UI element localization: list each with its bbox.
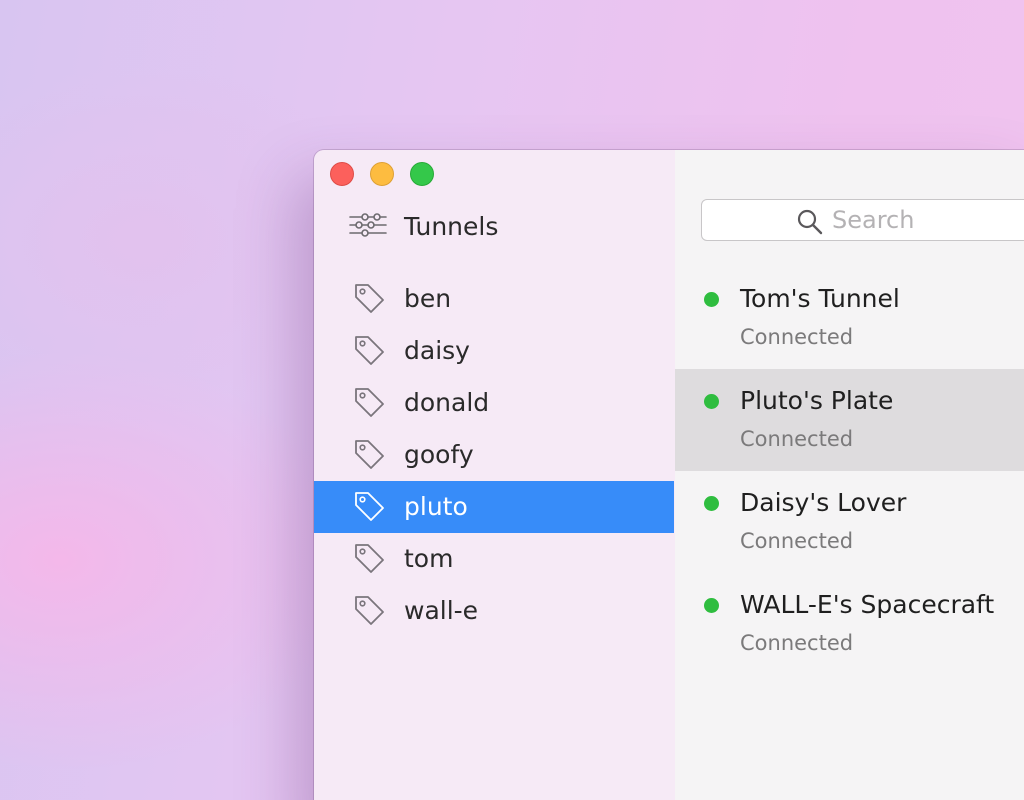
sidebar-item-ben[interactable]: ben: [314, 273, 674, 325]
sidebar-item-wall-e[interactable]: wall-e: [314, 585, 674, 637]
sidebar-item-label: pluto: [404, 492, 468, 521]
sidebar-item-label: tom: [404, 544, 454, 573]
sidebar: Tunnels ben daisy donald goofy pluto tom…: [314, 150, 676, 800]
status-dot-icon: [704, 292, 719, 307]
sidebar-header-tunnels[interactable]: Tunnels: [314, 206, 675, 246]
sidebar-item-label: donald: [404, 388, 490, 417]
minimize-window-button[interactable]: [370, 162, 394, 186]
tunnel-row[interactable]: Pluto's Plate Connected: [675, 369, 1024, 471]
search-input[interactable]: [832, 204, 1024, 236]
close-window-button[interactable]: [330, 162, 354, 186]
app-window: Tunnels ben daisy donald goofy pluto tom…: [314, 150, 1024, 800]
tag-list: ben daisy donald goofy pluto tom wall-e: [314, 273, 675, 637]
tunnel-status: Connected: [740, 325, 854, 349]
sidebar-item-label: wall-e: [404, 596, 479, 625]
tunnel-status: Connected: [740, 631, 854, 655]
sidebar-item-pluto[interactable]: pluto: [314, 481, 674, 533]
sidebar-header-label: Tunnels: [404, 212, 499, 241]
sidebar-item-goofy[interactable]: goofy: [314, 429, 674, 481]
tag-icon: [355, 492, 384, 521]
tunnel-list-pane: Tom's Tunnel Connected Pluto's Plate Con…: [675, 150, 1024, 800]
tunnel-row[interactable]: WALL-E's Spacecraft Connected: [675, 573, 1024, 675]
tag-icon: [355, 336, 384, 365]
status-dot-icon: [704, 598, 719, 613]
tag-icon: [355, 388, 384, 417]
search-box[interactable]: [701, 199, 1024, 241]
tunnel-name: WALL-E's Spacecraft: [740, 590, 995, 619]
tunnel-status: Connected: [740, 529, 854, 553]
search-icon: [797, 209, 823, 235]
sidebar-item-label: daisy: [404, 336, 470, 365]
tag-icon: [355, 544, 384, 573]
sidebar-item-label: goofy: [404, 440, 474, 469]
tunnel-name: Pluto's Plate: [740, 386, 894, 415]
tunnel-row[interactable]: Daisy's Lover Connected: [675, 471, 1024, 573]
sliders-icon: [349, 213, 387, 237]
status-dot-icon: [704, 394, 719, 409]
sidebar-item-tom[interactable]: tom: [314, 533, 674, 585]
tag-icon: [355, 284, 384, 313]
sidebar-item-label: ben: [404, 284, 452, 313]
desktop-background: Tunnels ben daisy donald goofy pluto tom…: [0, 0, 1024, 800]
tunnel-list: Tom's Tunnel Connected Pluto's Plate Con…: [675, 267, 1024, 675]
tag-icon: [355, 596, 384, 625]
maximize-window-button[interactable]: [410, 162, 434, 186]
tag-icon: [355, 440, 384, 469]
sidebar-item-donald[interactable]: donald: [314, 377, 674, 429]
tunnel-name: Daisy's Lover: [740, 488, 907, 517]
sidebar-item-daisy[interactable]: daisy: [314, 325, 674, 377]
tunnel-row[interactable]: Tom's Tunnel Connected: [675, 267, 1024, 369]
tunnel-name: Tom's Tunnel: [740, 284, 900, 313]
tunnel-status: Connected: [740, 427, 854, 451]
status-dot-icon: [704, 496, 719, 511]
